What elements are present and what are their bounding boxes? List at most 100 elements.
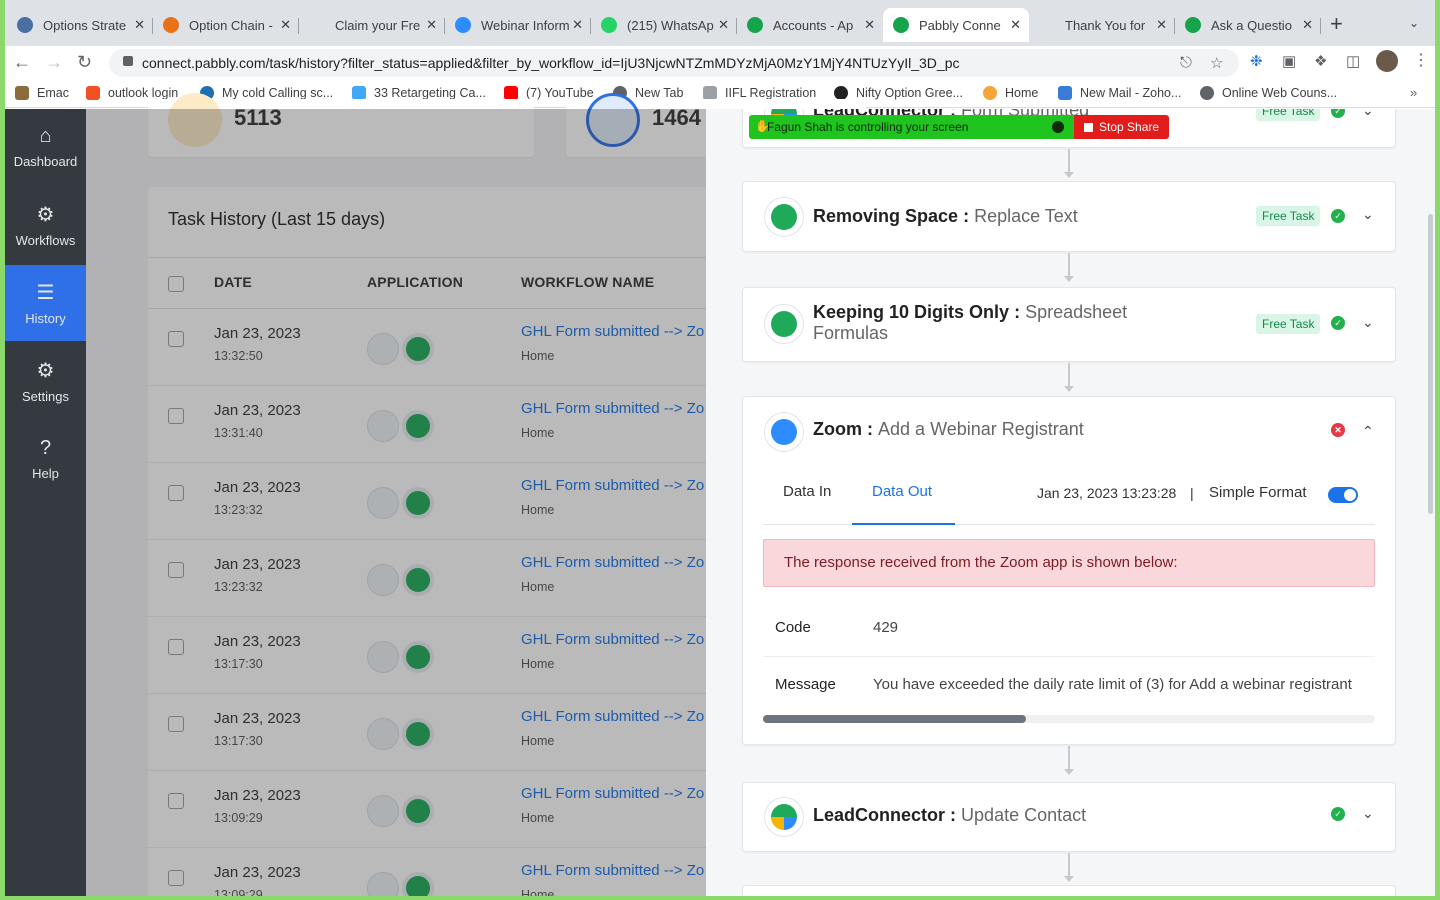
tab-title: Options Strate [43,17,127,33]
step-action: Replace Text [974,206,1078,226]
browser-tab[interactable]: Options Strate ✕ [7,8,153,42]
step-separator: : [867,419,874,439]
step-action: Add a Webinar Registrant [878,419,1084,439]
step-card[interactable]: Removing Space : Replace Text Free Task … [742,181,1396,252]
bookmark-item[interactable]: outlook login [86,86,178,100]
code-extension-icon[interactable]: ▣ [1282,52,1296,70]
browser-tab[interactable]: Thank You for ✕ [1029,8,1175,42]
sidebar-item-label: Workflows [15,233,76,248]
extension-icon[interactable]: ❉ [1250,52,1263,70]
side-panel-icon[interactable]: ◫ [1346,52,1360,70]
step-connector [1064,149,1074,178]
success-check-icon: ✓ [1331,209,1345,223]
browser-tab[interactable]: Accounts - Ap ✕ [737,8,883,42]
browser-window: Options Strate ✕ Option Chain - ✕ Claim … [5,0,1435,896]
bookmark-item[interactable]: New Mail - Zoho... [1058,86,1181,100]
bookmark-item[interactable]: 33 Retargeting Ca... [352,86,486,100]
bookmark-favicon-icon [86,86,100,100]
modal-backdrop[interactable] [86,109,706,896]
response-key: Code [775,619,811,636]
back-icon[interactable]: ← [13,52,31,73]
sidebar-item-history[interactable]: ☰ History [5,265,86,341]
close-tab-icon[interactable]: ✕ [1156,17,1167,33]
chevron-down-icon[interactable]: ⌄ [1362,314,1374,331]
address-bar[interactable]: connect.pabbly.com/task/history?filter_s… [109,49,1239,77]
browser-tab[interactable]: Claim your Fre ✕ [299,8,445,42]
new-tab-button[interactable]: + [1330,13,1343,35]
bookmark-label: Home [1005,86,1039,100]
tab-strip: Options Strate ✕ Option Chain - ✕ Claim … [5,0,1435,46]
reload-icon[interactable]: ↻ [77,52,92,73]
success-check-icon: ✓ [1331,316,1345,330]
browser-tab-active[interactable]: Pabbly Conne ✕ [883,8,1029,42]
forward-icon[interactable]: → [45,52,63,73]
bookmark-favicon-icon [703,86,717,100]
tab-data-in[interactable]: Data In [783,483,831,500]
bookmark-item[interactable]: Emac [15,86,69,100]
sidebar-item-workflows[interactable]: ⚙ Workflows [5,187,86,263]
sidebar-item-dashboard[interactable]: ⌂ Dashboard [5,109,86,185]
vertical-scrollbar[interactable] [1428,214,1433,514]
close-tab-icon[interactable]: ✕ [426,17,437,33]
tab-data-out[interactable]: Data Out [872,483,932,500]
horizontal-scrollbar[interactable] [763,715,1375,723]
tab-favicon-icon [1185,17,1201,33]
tab-title: Thank You for [1065,17,1146,33]
step-action: Update Contact [961,805,1087,825]
bookmark-star-icon[interactable]: ☆ [1210,54,1223,72]
chevron-down-icon[interactable]: ⌄ [1362,109,1374,119]
simple-format-toggle[interactable] [1328,487,1358,503]
browser-tab[interactable]: Ask a Questio ✕ [1175,8,1321,42]
globe-icon [1200,86,1214,100]
error-x-icon: ✕ [1331,423,1345,437]
sidebar-item-help[interactable]: ? Help [5,421,86,497]
step-card[interactable]: LeadConnector : Update Contact ✓ ⌄ [742,782,1396,852]
chevron-down-icon[interactable]: ⌄ [1362,805,1374,822]
chevron-up-icon[interactable]: ⌃ [1362,423,1374,440]
more-bookmarks-icon[interactable]: » [1410,85,1417,100]
tab-search-chevron-icon[interactable]: ⌄ [1409,16,1419,30]
bookmark-item[interactable]: Home [983,86,1038,100]
share-icon[interactable]: ⎋ [1180,54,1192,71]
bookmark-item[interactable]: IIFL Registration [703,86,816,100]
close-tab-icon[interactable]: ✕ [572,17,583,33]
sidebar: ⌂ Dashboard ⚙ Workflows ☰ History ⚙ Sett… [5,109,86,896]
tab-title: (215) WhatsAp [627,17,714,33]
bookmark-label: (7) YouTube [526,86,594,100]
step-separator: : [1014,302,1021,322]
drag-handle-icon[interactable]: ✋ [755,119,770,135]
chevron-down-icon[interactable]: ⌄ [1362,206,1374,223]
alert-text: The response received from the Zoom app … [784,554,1178,571]
close-tab-icon[interactable]: ✕ [718,17,729,33]
browser-tab[interactable]: (215) WhatsAp ✕ [591,8,737,42]
tab-title: Pabbly Conne [919,17,1001,33]
step-card[interactable] [742,885,1396,896]
close-tab-icon[interactable]: ✕ [134,17,145,33]
response-row-message: Message You have exceeded the daily rate… [763,658,1375,714]
close-tab-icon[interactable]: ✕ [280,17,291,33]
browser-tab[interactable]: Webinar Inform ✕ [445,8,591,42]
task-detail-drawer: LeadConnector : Form Submitted Free Task… [706,109,1435,896]
main-content: 5113 1464 Task History (Last 15 days) DA… [86,93,1435,896]
bookmark-item[interactable]: Nifty Option Gree... [834,86,963,100]
bookmark-item[interactable]: My cold Calling sc... [200,86,333,100]
close-tab-icon[interactable]: ✕ [1302,17,1313,33]
close-tab-icon[interactable]: ✕ [1010,17,1021,33]
bookmark-item[interactable]: (7) YouTube [504,86,594,100]
step-card[interactable]: Keeping 10 Digits Only : Spreadsheet For… [742,287,1396,362]
profile-avatar[interactable] [1376,50,1398,72]
stop-share-button[interactable]: Stop Share [1074,115,1170,139]
stop-share-label: Stop Share [1099,120,1160,134]
bookmark-label: Nifty Option Gree... [856,86,963,100]
bookmark-item[interactable]: Online Web Couns... [1200,86,1337,100]
sidebar-item-settings[interactable]: ⚙ Settings [5,343,86,419]
step-connector [1064,853,1074,882]
browser-tab[interactable]: Option Chain - ✕ [153,8,299,42]
settings-icon: ⚙ [36,360,55,382]
close-tab-icon[interactable]: ✕ [864,17,875,33]
browser-menu-icon[interactable]: ⋮ [1413,50,1429,70]
response-value: 429 [873,619,899,636]
screen-share-message: ✋ Fagun Shah is controlling your screen [749,115,1074,139]
scrollbar-thumb[interactable] [763,715,1026,723]
puzzle-extensions-icon[interactable]: ❖ [1314,52,1327,70]
